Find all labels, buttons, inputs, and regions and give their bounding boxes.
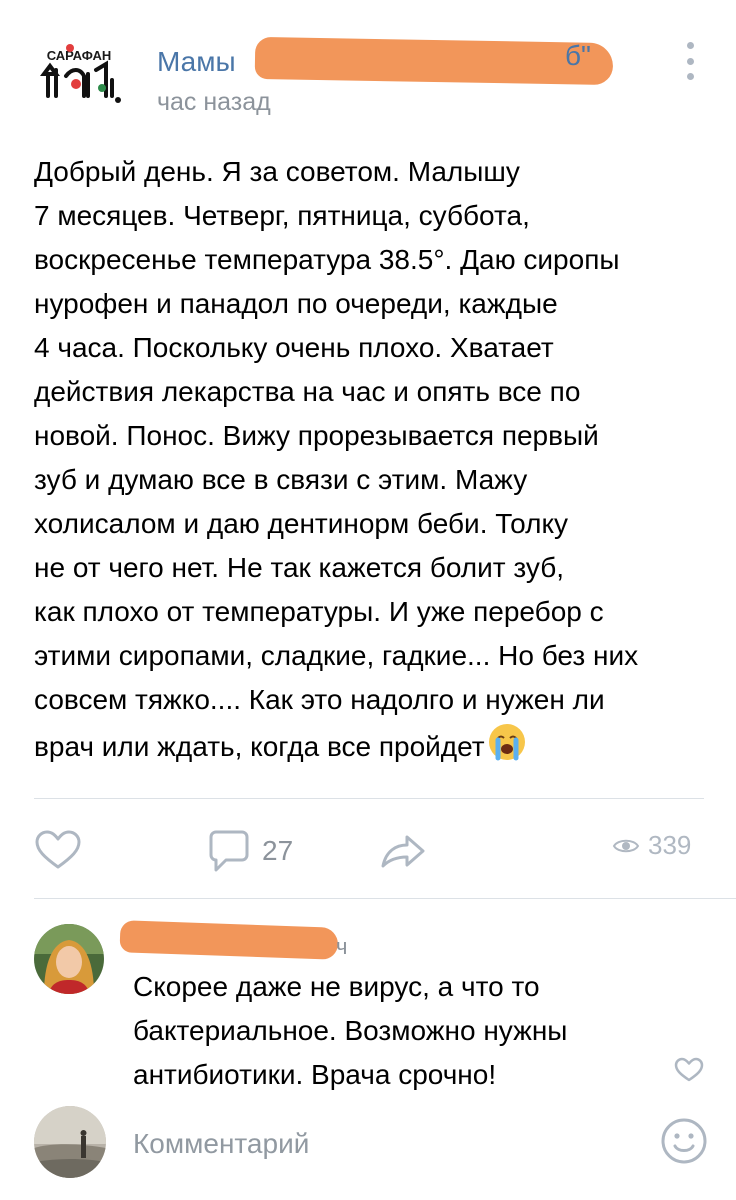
more-dot-icon xyxy=(686,42,694,49)
post-text: Добрый день. Я за советом. Малышу 7 меся… xyxy=(34,150,714,775)
post-text-content: Добрый день. Я за советом. Малышу 7 меся… xyxy=(34,156,639,762)
more-dot-icon xyxy=(686,57,694,65)
views-counter: 339 xyxy=(612,830,691,861)
post-time[interactable]: час назад xyxy=(157,88,271,117)
redaction-mark xyxy=(254,36,614,86)
more-dot-icon xyxy=(686,73,694,80)
comment-like-button[interactable] xyxy=(674,1057,704,1083)
like-button[interactable] xyxy=(34,829,82,871)
crying-face-icon xyxy=(487,722,527,775)
group-name[interactable]: Мамы xyxy=(157,46,236,78)
more-options-button[interactable] xyxy=(680,42,700,80)
group-name-tail: б" xyxy=(565,40,591,71)
smile-icon xyxy=(661,1118,707,1164)
share-button[interactable] xyxy=(380,833,426,869)
eye-icon xyxy=(612,839,640,852)
avatar[interactable] xyxy=(34,924,104,994)
group-avatar[interactable]: САРАФАН xyxy=(34,40,124,110)
heart-icon xyxy=(35,830,81,869)
emoji-button[interactable] xyxy=(660,1117,708,1165)
heart-icon xyxy=(674,1057,704,1082)
redaction-mark xyxy=(119,920,339,960)
comments-button[interactable]: 27 xyxy=(208,829,293,873)
my-avatar xyxy=(34,1106,106,1178)
comment-bubble-icon xyxy=(209,830,249,872)
divider xyxy=(34,898,736,899)
comments-count: 27 xyxy=(262,835,294,866)
comment-author-tail: ч xyxy=(336,934,348,959)
comment-text: Скорее даже не вирус, а что то бактериал… xyxy=(133,971,568,1090)
divider xyxy=(34,798,704,799)
comment-input[interactable] xyxy=(133,1124,643,1164)
views-count: 339 xyxy=(648,830,692,860)
group-logo-text: САРАФАН xyxy=(47,48,112,63)
share-arrow-icon xyxy=(381,835,425,868)
